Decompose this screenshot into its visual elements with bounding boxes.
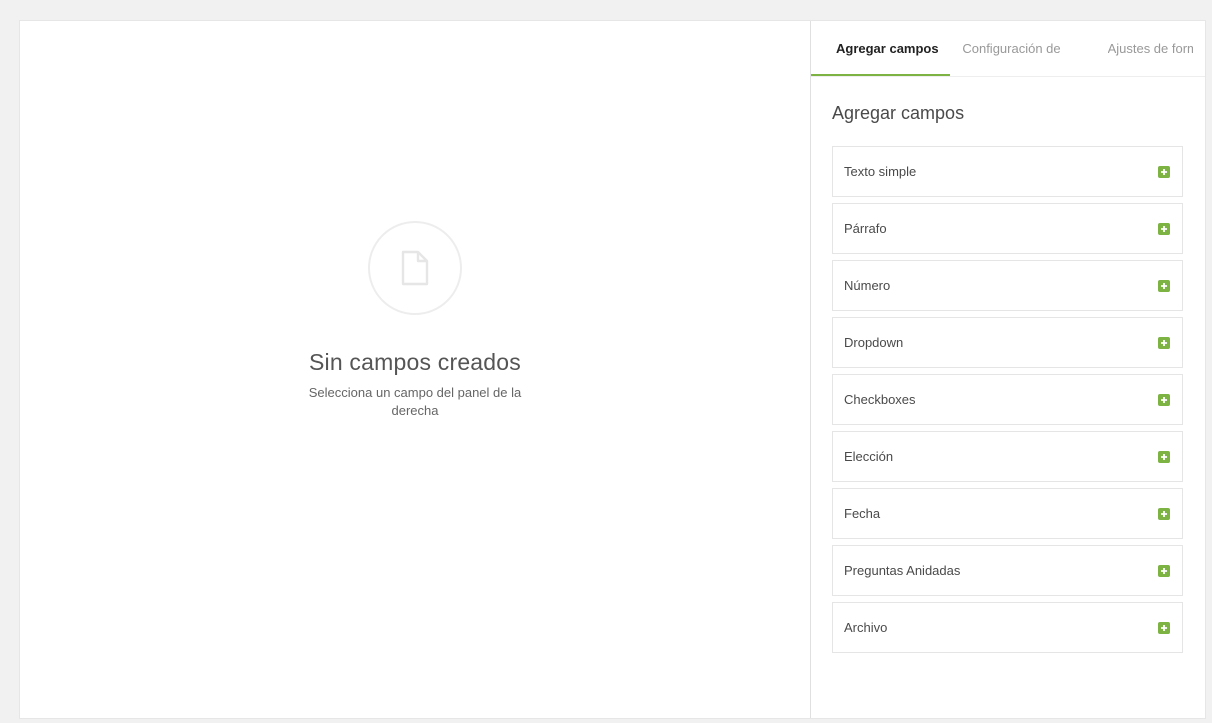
field-type-label: Preguntas Anidadas [844, 563, 961, 578]
fields-panel: Agregar campos Configuración de Ajustes … [811, 21, 1205, 718]
field-type-label: Fecha [844, 506, 881, 521]
tab-configuracion[interactable]: Configuración de [950, 21, 1095, 76]
plus-square-icon[interactable] [1158, 279, 1170, 292]
tab-label: Agregar campos [836, 41, 939, 56]
field-type-fecha[interactable]: Fecha [832, 488, 1183, 539]
field-type-label: Párrafo [844, 221, 887, 236]
empty-state: Sin campos creados Selecciona un campo d… [20, 221, 810, 420]
field-type-label: Dropdown [844, 335, 904, 350]
form-builder: Sin campos creados Selecciona un campo d… [19, 20, 1206, 719]
document-icon [368, 221, 462, 315]
field-type-numero[interactable]: Número [832, 260, 1183, 311]
section-title: Agregar campos [832, 103, 965, 123]
field-type-preguntas-anidadas[interactable]: Preguntas Anidadas [832, 545, 1183, 596]
panel-tabs: Agregar campos Configuración de Ajustes … [811, 21, 1205, 77]
plus-square-icon[interactable] [1158, 450, 1170, 463]
field-type-dropdown[interactable]: Dropdown [832, 317, 1183, 368]
tab-ajustes-formulario[interactable]: Ajustes de formulario [1096, 21, 1205, 76]
empty-state-subtitle: Selecciona un campo del panel de la dere… [308, 385, 522, 418]
field-type-texto-simple[interactable]: Texto simple [832, 146, 1183, 197]
field-type-eleccion[interactable]: Elección [832, 431, 1183, 482]
plus-square-icon[interactable] [1158, 222, 1170, 235]
field-type-label: Archivo [844, 620, 888, 635]
plus-square-icon[interactable] [1158, 393, 1170, 406]
plus-square-icon[interactable] [1158, 621, 1170, 634]
field-type-archivo[interactable]: Archivo [832, 602, 1183, 653]
field-type-label: Texto simple [844, 164, 917, 179]
plus-square-icon[interactable] [1158, 165, 1170, 178]
field-type-list: Texto simple Párrafo Número Dropdown Che… [832, 146, 1183, 653]
field-type-label: Número [844, 278, 891, 293]
plus-square-icon[interactable] [1158, 336, 1170, 349]
field-type-label: Checkboxes [844, 392, 916, 407]
empty-state-title: Sin campos creados [309, 349, 521, 375]
form-canvas: Sin campos creados Selecciona un campo d… [20, 21, 811, 718]
tab-label: Configuración de [962, 41, 1061, 56]
field-type-parrafo[interactable]: Párrafo [832, 203, 1183, 254]
field-type-label: Elección [844, 449, 894, 464]
tab-agregar-campos[interactable]: Agregar campos [811, 21, 951, 76]
plus-square-icon[interactable] [1158, 507, 1170, 520]
tab-label: Ajustes de formulario [1107, 41, 1194, 56]
plus-square-icon[interactable] [1158, 564, 1170, 577]
field-type-checkboxes[interactable]: Checkboxes [832, 374, 1183, 425]
